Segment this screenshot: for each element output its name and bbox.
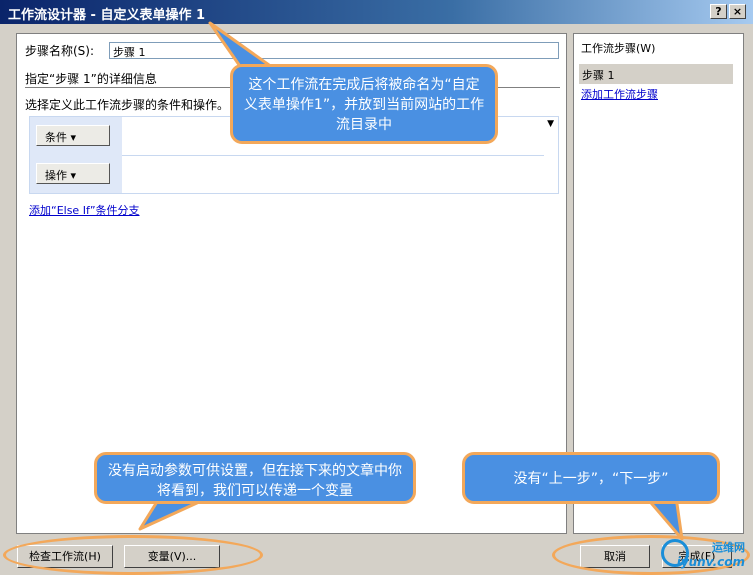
action-button[interactable]: 操作 ▾	[36, 163, 110, 184]
highlight-oval	[3, 535, 263, 575]
workflow-step-item[interactable]: 步骤 1	[579, 64, 733, 84]
callout-bottom-right: 没有“上一步”，“下一步”	[462, 452, 720, 504]
step-name-label: 步骤名称(S):	[25, 44, 95, 58]
watermark-text: 运维网	[712, 541, 745, 554]
condition-button[interactable]: 条件 ▾	[36, 125, 110, 146]
callout-top: 这个工作流在完成后将被命名为“自定义表单操作1”，并放到当前网站的工作流目录中	[230, 64, 498, 144]
watermark-url: iyunv.com	[676, 555, 745, 569]
close-button[interactable]: ×	[729, 4, 746, 19]
chevron-down-icon[interactable]: ▼	[547, 119, 554, 129]
detail-title: 指定“步骤 1”的详细信息	[25, 72, 157, 86]
window-title-bar: 工作流设计器 - 自定义表单操作 1	[0, 0, 753, 24]
add-workflow-step-link[interactable]: 添加工作流步骤	[581, 86, 658, 102]
callout-bottom-left: 没有启动参数可供设置，但在接下来的文章中你将看到，我们可以传递一个变量	[94, 452, 416, 504]
watermark-logo: 运维网 iyunv.com	[659, 537, 749, 573]
detail-description: 选择定义此工作流步骤的条件和操作。	[25, 98, 230, 112]
workflow-steps-heading: 工作流步骤(W)	[581, 42, 656, 55]
divider	[122, 155, 544, 156]
step-name-input[interactable]: 步骤 1	[109, 42, 559, 59]
help-button[interactable]: ?	[710, 4, 727, 19]
window-title: 工作流设计器 - 自定义表单操作 1	[8, 8, 206, 23]
add-else-if-link[interactable]: 添加“Else If”条件分支	[29, 202, 140, 218]
